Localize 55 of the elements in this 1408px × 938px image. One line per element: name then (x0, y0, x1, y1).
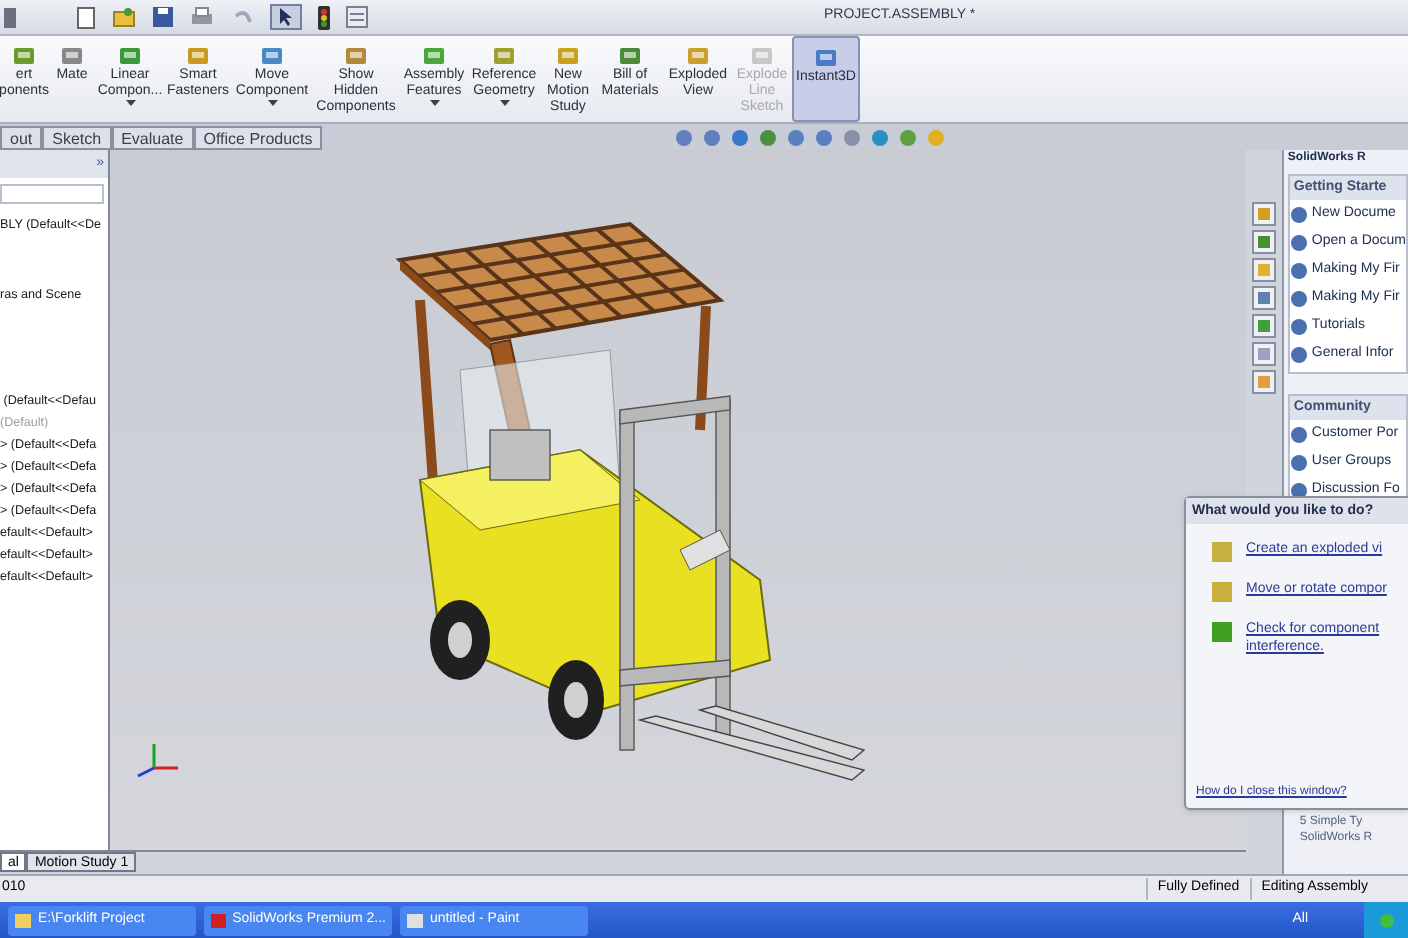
options-list-icon[interactable] (346, 6, 368, 28)
dropdown-caret-icon[interactable] (125, 100, 135, 106)
dropdown-caret-icon[interactable] (499, 100, 509, 106)
menu-grip-icon[interactable] (4, 7, 16, 27)
ribbon-tab[interactable]: Sketch (42, 126, 112, 150)
tool-icon (60, 44, 84, 68)
view-tool-icon[interactable] (702, 128, 723, 148)
tool-icon (118, 44, 142, 68)
print-icon[interactable] (190, 6, 214, 28)
view-tool-icon[interactable] (758, 128, 779, 148)
ribbon-tab[interactable]: out (0, 126, 43, 150)
filter-field[interactable] (0, 184, 104, 204)
action-icon (1210, 580, 1234, 604)
view-tool-icon[interactable] (730, 128, 751, 148)
tray-icon (1377, 911, 1395, 929)
ribbon-tab[interactable]: Evaluate (111, 126, 194, 150)
tool-icon (492, 44, 516, 68)
tool-icon (556, 44, 580, 68)
traffic-light-icon[interactable] (318, 5, 330, 29)
select-pointer-icon[interactable] (270, 4, 302, 30)
tool-icon (686, 44, 710, 68)
task-pane-tab-icon[interactable] (1251, 230, 1276, 254)
view-tool-icon[interactable] (842, 128, 863, 148)
tool-icon (750, 44, 774, 68)
app-icon (406, 911, 424, 929)
action-icon (1210, 620, 1234, 644)
save-icon[interactable] (152, 6, 174, 28)
view-tool-icon[interactable] (870, 128, 891, 148)
task-pane-tab-icon[interactable] (1251, 258, 1276, 282)
tool-icon (422, 44, 446, 68)
dropdown-caret-icon[interactable] (267, 100, 277, 106)
tool-icon (344, 44, 368, 68)
view-tool-icon[interactable] (674, 128, 695, 148)
action-icon (1210, 540, 1234, 564)
tool-icon (814, 46, 838, 70)
open-folder-icon[interactable] (112, 6, 136, 28)
view-tool-icon[interactable] (898, 128, 919, 148)
task-pane-tab-icon[interactable] (1251, 370, 1276, 394)
tool-icon (186, 44, 210, 68)
new-file-icon[interactable] (76, 5, 96, 29)
tool-icon (618, 44, 642, 68)
axis-triad-icon (134, 740, 182, 780)
tool-icon (12, 44, 36, 68)
view-tool-icon[interactable] (814, 128, 835, 148)
task-pane-tab-icon[interactable] (1251, 286, 1276, 310)
ribbon-tab[interactable]: Office Products (193, 126, 323, 150)
task-pane-tab-icon[interactable] (1251, 202, 1276, 226)
tool-icon (260, 44, 284, 68)
app-icon (210, 911, 227, 929)
dropdown-caret-icon[interactable] (429, 100, 439, 106)
undo-icon[interactable] (230, 6, 254, 28)
view-tool-icon[interactable] (786, 128, 807, 148)
task-pane-tab-icon[interactable] (1251, 342, 1276, 366)
task-pane-tab-icon[interactable] (1251, 314, 1276, 338)
app-icon (14, 911, 32, 929)
